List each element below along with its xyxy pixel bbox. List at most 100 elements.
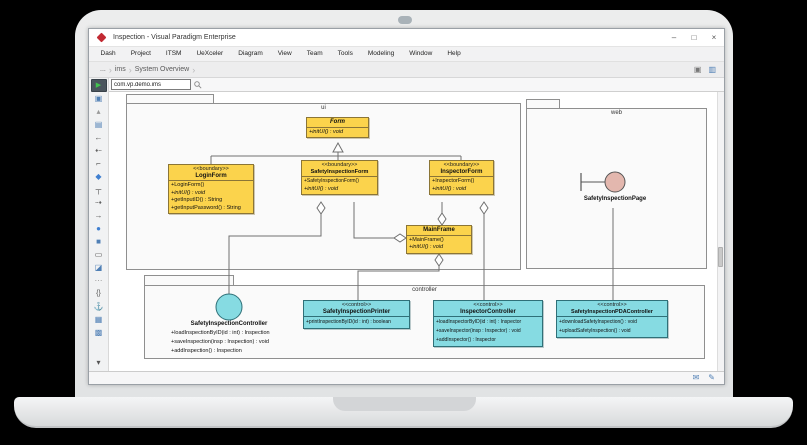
palette-scroll-down-icon[interactable]: ▾	[96, 356, 100, 369]
diagram-canvas[interactable]: ui web controller	[109, 92, 724, 371]
feedback-icon[interactable]: ✎	[708, 372, 715, 384]
visual-paradigm-logo-icon	[97, 33, 107, 43]
class-name: InspectorForm	[432, 169, 491, 177]
menu-tools[interactable]: Tools	[330, 47, 360, 61]
class-loginform[interactable]: <<boundary>> LoginForm +LoginForm() +ini…	[168, 164, 254, 214]
dependency-tool-icon[interactable]: ⇢	[95, 196, 102, 209]
class-name: Form	[309, 119, 366, 127]
menu-window[interactable]: Window	[402, 47, 440, 61]
ellipsis-tool-icon[interactable]: ⋯	[95, 274, 103, 287]
menu-project[interactable]: Project	[123, 47, 158, 61]
package-controller-label: controller	[144, 287, 705, 293]
class-operation: +printInspectionByID(id : int) : boolean	[306, 318, 407, 327]
menu-view[interactable]: View	[270, 47, 299, 61]
play-icon: ▶	[96, 82, 101, 89]
diagram-palette: ▶ ▣ ▴ ▤ ← ⇠ ⌐ ◆ ┬ ⇢ → ● ■ ▭ ◪ ⋯ {} ⚓ ▦ ▩	[89, 78, 109, 371]
class-name: SafetyInspectionForm	[304, 169, 375, 177]
folder-tool-icon[interactable]: ▦	[95, 313, 103, 326]
panel-toggle-icon[interactable]: ▥	[708, 63, 716, 77]
package-tool-icon[interactable]: ■	[96, 235, 101, 248]
menu-uexceler[interactable]: UeXceler	[189, 47, 231, 61]
realization-tool-icon[interactable]: →	[95, 209, 103, 222]
search-icon[interactable]	[194, 81, 202, 89]
provided-interface-tool-icon[interactable]: ┬	[96, 183, 102, 196]
class-safetyinspectionpdacontroller[interactable]: <<control>> SafetyInspectionPDAControlle…	[556, 300, 668, 338]
package-web[interactable]	[526, 108, 707, 269]
mail-icon[interactable]: ✉	[693, 372, 700, 384]
class-name: SafetyInspectionPDAController	[559, 309, 665, 317]
breadcrumb-ellipsis[interactable]: ...	[97, 66, 109, 73]
diagram-overview-icon[interactable]: ▣	[95, 92, 103, 105]
menu-help[interactable]: Help	[440, 47, 468, 61]
title-bar: Inspection - Visual Paradigm Enterprise …	[89, 29, 724, 47]
class-operation: +addInspector() : Inspector	[436, 336, 540, 345]
menu-team[interactable]: Team	[299, 47, 330, 61]
class-operation: +getInputID() : String	[171, 197, 251, 205]
model-tool-icon[interactable]: ▩	[95, 326, 103, 339]
minimize-button[interactable]: –	[664, 29, 684, 46]
maximize-button[interactable]: □	[684, 29, 704, 46]
breadcrumb-item-system-overview[interactable]: System Overview	[132, 66, 192, 73]
safety-inspection-controller-operations: +loadInspectionByID(id : int) : Inspecti…	[171, 329, 270, 356]
frame-tool-icon[interactable]: ▭	[95, 248, 103, 261]
scene: Inspection - Visual Paradigm Enterprise …	[0, 0, 807, 445]
association-tool-icon[interactable]: ←	[95, 131, 103, 144]
class-operation: +SafetyInspectionForm()	[304, 178, 375, 186]
menu-itsm[interactable]: ITSM	[158, 47, 189, 61]
content-area: ▶ ▣ ▴ ▤ ← ⇠ ⌐ ◆ ┬ ⇢ → ● ■ ▭ ◪ ⋯ {} ⚓ ▦ ▩	[89, 78, 724, 371]
object-tool-icon[interactable]: ●	[96, 222, 101, 235]
package-ui-label: ui	[126, 105, 521, 111]
constraint-tool-icon[interactable]: {}	[96, 287, 101, 300]
class-operation: +LoginForm()	[171, 182, 251, 190]
class-safetyinspectionform[interactable]: <<boundary>> SafetyInspectionForm +Safet…	[301, 160, 378, 195]
class-operation: +downloadSafetyInspection() : void	[559, 318, 665, 327]
close-button[interactable]: ×	[704, 29, 724, 46]
class-operation: +getInputPassword() : String	[171, 205, 251, 213]
class-name: SafetyInspectionPrinter	[306, 309, 407, 317]
class-operation: +InspectorForm()	[432, 178, 491, 186]
breadcrumb-separator: ›	[192, 63, 195, 77]
breadcrumb-item-ims[interactable]: ims	[112, 66, 129, 73]
class-operation: +initUI() : void	[304, 186, 375, 194]
laptop-base-notch	[333, 397, 476, 411]
safety-inspection-controller-label[interactable]: SafetyInspectionController	[154, 321, 304, 327]
menu-diagram[interactable]: Diagram	[231, 47, 271, 61]
element-operation: +loadInspectionByID(id : int) : Inspecti…	[171, 329, 270, 338]
class-tool-icon[interactable]: ▤	[95, 118, 103, 131]
aggregation-tool-icon[interactable]: ◆	[95, 170, 101, 183]
palette-scroll-up-icon[interactable]: ▴	[96, 105, 100, 118]
class-mainframe[interactable]: MainFrame +MainFrame() +initUI() : void	[406, 225, 472, 254]
class-safetyinspectionprinter[interactable]: <<control>> SafetyInspectionPrinter +pri…	[303, 300, 410, 329]
class-operation: +uploadSafetyInspection() : void	[559, 327, 665, 336]
containment-tool-icon[interactable]: ⌐	[96, 157, 101, 170]
model-id-bar	[109, 78, 724, 92]
class-inspectorform[interactable]: <<boundary>> InspectorForm +InspectorFor…	[429, 160, 494, 195]
element-operation: +addInspection() : Inspection	[171, 347, 270, 356]
main-area: ui web controller	[109, 78, 724, 371]
scrollbar-thumb[interactable]	[718, 247, 723, 267]
status-bar: ✉ ✎	[89, 371, 724, 384]
association-class-tool-icon[interactable]: ⇠	[95, 144, 102, 157]
class-operation: +initUI() : void	[409, 244, 469, 252]
anchor-tool-icon[interactable]: ⚓	[94, 300, 104, 313]
run-button[interactable]: ▶	[91, 79, 107, 92]
window-title: Inspection - Visual Paradigm Enterprise	[113, 34, 236, 41]
model-id-input[interactable]	[111, 79, 191, 90]
class-name: MainFrame	[409, 227, 469, 235]
fit-selection-icon[interactable]: ▣	[694, 63, 702, 77]
class-form[interactable]: Form +initUI() : void	[306, 117, 369, 138]
class-operation: +initUI() : void	[432, 186, 491, 194]
class-operation: +loadInspectorByID(id : int) : Inspector	[436, 318, 540, 327]
menu-dash[interactable]: Dash	[93, 47, 123, 61]
class-name: LoginForm	[171, 173, 251, 181]
class-operation: +initUI() : void	[171, 190, 251, 198]
app-window: Inspection - Visual Paradigm Enterprise …	[88, 28, 725, 385]
laptop-webcam	[398, 16, 412, 24]
safety-inspection-page-label[interactable]: SafetyInspectionPage	[550, 196, 680, 202]
canvas-vertical-scrollbar[interactable]	[717, 92, 724, 371]
element-operation: +saveInspection(insp : Inspection) : voi…	[171, 338, 270, 347]
class-inspectorcontroller[interactable]: <<control>> InspectorController +loadIns…	[433, 300, 543, 347]
class-name: InspectorController	[436, 309, 540, 317]
menu-modeling[interactable]: Modeling	[360, 47, 401, 61]
note-tool-icon[interactable]: ◪	[95, 261, 103, 274]
